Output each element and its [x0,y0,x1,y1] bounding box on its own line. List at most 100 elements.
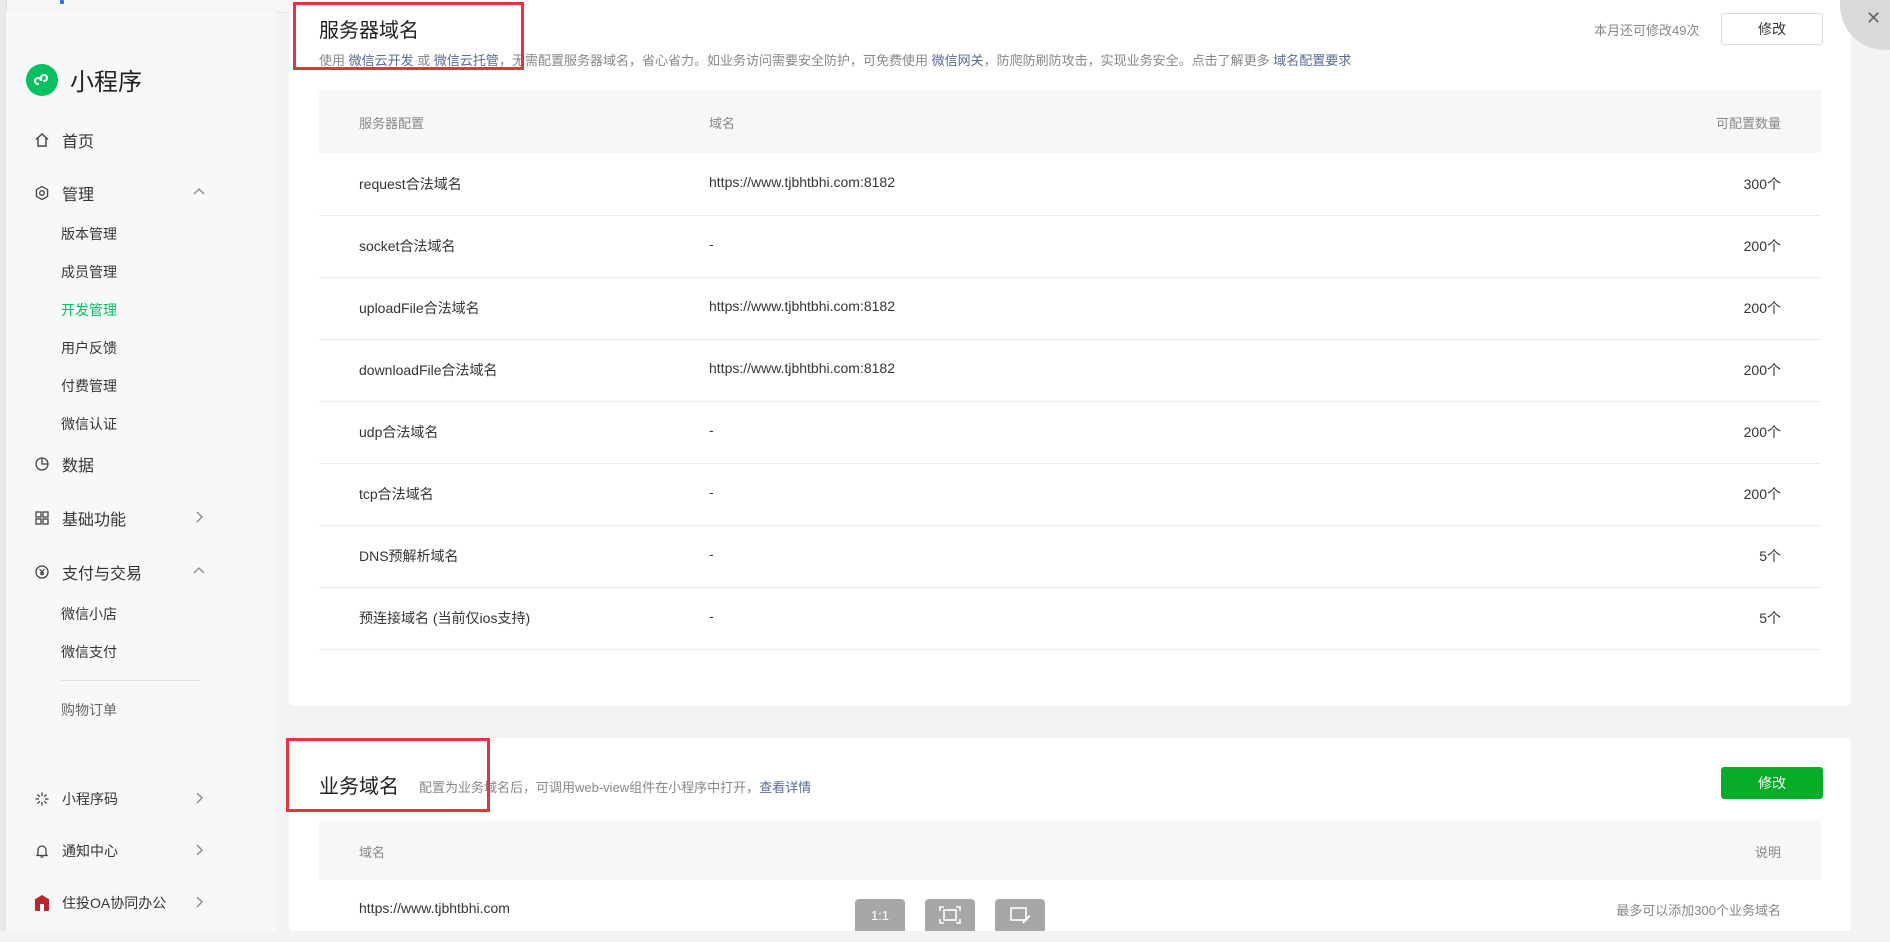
domain-requirement-link[interactable]: 域名配置要求 [1273,53,1351,68]
row-domain: - [709,422,714,438]
bell-icon [32,841,52,861]
business-domain-card: 业务域名 配置为业务域名后，可调用web-view组件在小程序中打开，查看详情 … [289,738,1851,931]
annotation-box-business-domain [286,738,490,812]
business-domain-table-header: 域名 说明 [319,820,1821,880]
header-note: 说明 [1754,845,1781,860]
yuan-coin-icon [32,562,52,582]
nav-pay-label: 支付与交易 [62,566,143,583]
sub-item-orders[interactable]: 购物订单 [61,700,117,720]
app-name: 小程序 [70,69,142,96]
business-domain-modify-button[interactable]: 修改 [1721,767,1823,799]
gateway-link[interactable]: 微信网关 [932,53,984,68]
header-domain: 域名 [709,116,736,131]
modify-quota: 本月还可修改49次 [1594,23,1700,38]
nav-manage-label: 管理 [62,187,95,204]
chevron-right-icon [192,895,206,914]
header-config: 服务器配置 [359,116,425,131]
table-row: DNS预解析域名 - 5个 [319,525,1821,588]
row-domain: - [709,236,714,252]
row-count: 200个 [1743,300,1781,316]
table-row: socket合法域名 - 200个 [319,215,1821,278]
row-config: uploadFile合法域名 [359,300,480,316]
ratio-button[interactable]: 1:1 [855,899,905,931]
row-domain: https://www.tjbhtbhi.com:8182 [709,298,895,314]
chevron-right-icon [192,510,206,529]
sidebar: 小程序 首页 管理 版本管理 成员管理 开发管理 用户反馈 付费管理 微信认证 … [6,12,276,931]
nav-qrcode-label: 小程序码 [62,791,118,807]
row-config: request合法域名 [359,176,462,192]
server-domain-table-header: 服务器配置 域名 可配置数量 [319,90,1821,153]
nav-home[interactable]: 首页 [32,127,206,153]
row-domain: - [709,608,714,624]
header-count: 可配置数量 [1715,116,1781,131]
row-config: tcp合法域名 [359,486,434,502]
row-config: downloadFile合法域名 [359,362,498,378]
server-domain-modify-button[interactable]: 修改 [1721,13,1823,45]
home-icon [32,130,52,150]
table-row: downloadFile合法域名 https://www.tjbhtbhi.co… [319,339,1821,402]
server-domain-card: 服务器域名 使用 微信云开发 或 微信云托管，无需配置服务器域名，省心省力。如业… [289,0,1851,706]
sub-item-dev-manage[interactable]: 开发管理 [61,300,117,320]
nav-basic-label: 基础功能 [62,512,127,529]
table-row: 预连接域名 (当前仅ios支持) - 5个 [319,587,1821,650]
row-domain: https://www.tjbhtbhi.com [359,900,510,916]
app-logo[interactable]: 小程序 [26,62,142,97]
table-row: tcp合法域名 - 200个 [319,463,1821,526]
nav-basic-features[interactable]: 基础功能 [32,505,206,531]
nav-oa[interactable]: 住投OA协同办公 [32,890,206,916]
close-icon: ✕ [1866,8,1882,28]
sidebar-divider [61,680,201,681]
chevron-up-icon [192,564,206,583]
row-config: udp合法域名 [359,424,439,440]
view-detail-link[interactable]: 查看详情 [759,780,811,795]
row-domain: https://www.tjbhtbhi.com:8182 [709,174,895,190]
row-count: 200个 [1743,238,1781,254]
edit-image-button[interactable] [995,899,1045,931]
desc-end: ，防爬防刷防攻击，实现业务安全。点击了解更多 [983,53,1270,68]
grid-icon [32,508,52,528]
sub-item-certify[interactable]: 微信认证 [61,414,117,434]
nav-notice[interactable]: 通知中心 [32,838,206,864]
row-count: 5个 [1759,548,1781,564]
sub-item-feedback[interactable]: 用户反馈 [61,338,117,358]
header-domain: 域名 [359,845,386,860]
nav-manage[interactable]: 管理 [32,180,206,206]
table-row: udp合法域名 - 200个 [319,401,1821,464]
annotation-box-server-domain [293,2,524,70]
table-row: request合法域名 https://www.tjbhtbhi.com:818… [319,153,1821,216]
row-count: 5个 [1759,610,1781,626]
chevron-up-icon [192,185,206,204]
qrcode-icon [32,789,52,809]
fit-screen-icon [939,906,961,924]
row-note: 最多可以添加300个业务域名 [1616,903,1781,918]
row-count: 200个 [1743,486,1781,502]
nav-data-label: 数据 [62,458,95,475]
nav-pay[interactable]: 支付与交易 [32,559,206,585]
settings-icon [32,183,52,203]
table-row: uploadFile合法域名 https://www.tjbhtbhi.com:… [319,277,1821,340]
nav-data[interactable]: 数据 [32,451,206,477]
pie-chart-icon [32,454,52,474]
fit-screen-button[interactable] [925,899,975,931]
row-count: 200个 [1743,424,1781,440]
sub-item-version[interactable]: 版本管理 [61,224,117,244]
row-count: 300个 [1743,176,1781,192]
chevron-right-icon [192,843,206,862]
nav-qrcode[interactable]: 小程序码 [32,786,206,812]
row-domain: https://www.tjbhtbhi.com:8182 [709,360,895,376]
row-domain: - [709,546,714,562]
row-config: 预连接域名 (当前仅ios支持) [359,610,531,626]
table-row: https://www.tjbhtbhi.com 最多可以添加300个业务域名 [319,880,1821,942]
sub-item-members[interactable]: 成员管理 [61,262,117,282]
sub-item-wechat-pay[interactable]: 微信支付 [61,642,117,662]
row-count: 200个 [1743,362,1781,378]
row-config: socket合法域名 [359,238,456,254]
nav-notice-label: 通知中心 [62,843,118,859]
oa-app-icon [32,893,52,913]
chevron-right-icon [192,791,206,810]
sub-item-paid[interactable]: 付费管理 [61,376,117,396]
sub-item-wechat-shop[interactable]: 微信小店 [61,604,117,624]
desc-mid: ，无需配置服务器域名，省心省力。如业务访问需要安全防护，可免费使用 [498,53,928,68]
nav-oa-label: 住投OA协同办公 [62,895,167,911]
nav-home-label: 首页 [62,134,95,151]
